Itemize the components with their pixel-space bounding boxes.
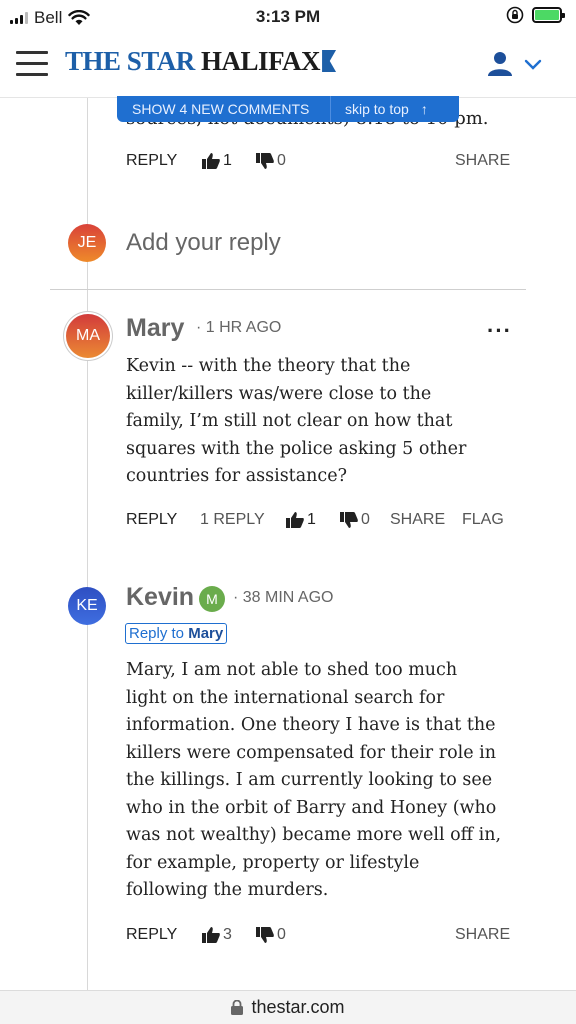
reply-button[interactable]: REPLY xyxy=(126,152,177,170)
comment-body: Kevin -- with the theory that the killer… xyxy=(126,353,521,491)
thumbs-down-icon xyxy=(340,512,358,528)
dislike-count: 0 xyxy=(277,926,286,943)
comment-line: for example, property or lifestyle xyxy=(126,852,420,873)
comment-line: the killings. I am currently looking to … xyxy=(126,770,493,790)
thumbs-down-icon xyxy=(256,153,274,169)
thumbs-up-icon xyxy=(202,927,220,943)
user-icon xyxy=(488,52,512,76)
comment-line: who in the orbit of Barry and Honey (who xyxy=(126,797,497,818)
divider xyxy=(50,289,526,290)
site-logo[interactable]: THE STAR HALIFAX xyxy=(65,46,337,77)
thumbs-up-icon xyxy=(286,512,304,528)
reply-to-link[interactable]: Reply to Mary xyxy=(125,623,228,644)
like-count: 1 xyxy=(223,152,232,169)
avatar: KE xyxy=(68,587,106,625)
dislike-button[interactable]: 0 xyxy=(256,152,286,170)
moderator-badge: M xyxy=(199,586,225,612)
previous-comment-actions: REPLY 1 0 SHARE xyxy=(126,150,510,174)
comment-line: Kevin -- with the theory that the xyxy=(126,356,411,376)
reply-button[interactable]: REPLY xyxy=(126,511,177,529)
reply-to-name: Mary xyxy=(188,625,224,642)
add-reply-input[interactable]: Add your reply xyxy=(126,229,281,257)
dislike-count: 0 xyxy=(277,152,286,169)
comment-line: killer/killers was/were close to the xyxy=(126,383,432,404)
like-button[interactable]: 3 xyxy=(202,926,232,944)
like-button[interactable]: 1 xyxy=(286,511,316,529)
chevron-down-icon xyxy=(524,59,542,70)
reply-button[interactable]: REPLY xyxy=(126,926,177,944)
logo-flag-icon xyxy=(322,50,337,72)
comment-actions: REPLY 1 REPLY 1 0 SHARE FLAG xyxy=(126,509,510,533)
share-button[interactable]: SHARE xyxy=(455,152,510,170)
status-bar: Bell 3:13 PM xyxy=(0,0,576,34)
comment-line: information. One theory I have is that t… xyxy=(126,715,496,735)
comment-line: was not wealthy) became more well off in… xyxy=(126,825,502,845)
skip-to-top-button[interactable]: skip to top ↑ xyxy=(331,101,428,117)
comment-actions: REPLY 3 0 SHARE xyxy=(126,924,510,948)
arrow-up-icon: ↑ xyxy=(420,101,428,117)
thumbs-up-icon xyxy=(202,153,220,169)
status-right xyxy=(506,6,565,24)
dislike-button[interactable]: 0 xyxy=(256,926,286,944)
comment-time: · 38 MIN AGO xyxy=(233,589,334,606)
comment-line: countries for assistance? xyxy=(126,466,347,486)
like-count: 1 xyxy=(307,511,316,528)
comment-line: light on the international search for xyxy=(126,687,445,708)
comment-line: family, I’m still not clear on how that xyxy=(126,411,453,431)
flag-button[interactable]: FLAG xyxy=(462,511,504,529)
menu-icon[interactable] xyxy=(16,51,48,77)
comment-line: killers were compensated for their role … xyxy=(126,742,497,763)
avatar: JE xyxy=(68,224,106,262)
logo-halifax: HALIFAX xyxy=(201,46,321,76)
comment-line: squares with the police asking 5 other xyxy=(126,438,467,459)
comment-author[interactable]: Mary xyxy=(126,314,184,343)
dislike-count: 0 xyxy=(361,511,370,528)
skip-to-top-label: skip to top xyxy=(345,101,409,117)
url-bar[interactable]: thestar.com xyxy=(0,990,576,1024)
view-replies-button[interactable]: 1 REPLY xyxy=(200,511,265,529)
comment-time: · 1 HR AGO xyxy=(196,319,282,336)
comment-author[interactable]: Kevin xyxy=(126,583,194,612)
battery-icon xyxy=(532,7,565,23)
new-comments-bar: SHOW 4 NEW COMMENTS skip to top ↑ xyxy=(117,96,459,122)
share-button[interactable]: SHARE xyxy=(455,926,510,944)
logo-the-star: THE STAR xyxy=(65,46,195,76)
show-new-comments-button[interactable]: SHOW 4 NEW COMMENTS xyxy=(117,96,331,122)
lock-icon xyxy=(231,1000,244,1015)
like-button[interactable]: 1 xyxy=(202,152,232,170)
avatar: MA xyxy=(66,314,110,358)
dislike-button[interactable]: 0 xyxy=(340,511,370,529)
orientation-lock-icon xyxy=(506,6,524,24)
reply-to-prefix: Reply to xyxy=(129,625,185,642)
share-button[interactable]: SHARE xyxy=(390,511,445,529)
thumbs-down-icon xyxy=(256,927,274,943)
like-count: 3 xyxy=(223,926,232,943)
show-new-comments-label: SHOW 4 NEW COMMENTS xyxy=(132,101,310,117)
status-time: 3:13 PM xyxy=(255,7,321,26)
more-options-icon[interactable]: ··· xyxy=(487,318,512,344)
account-button[interactable] xyxy=(486,50,546,80)
comment-line: Mary, I am not able to shed too much xyxy=(126,660,458,680)
url-domain: thestar.com xyxy=(251,997,345,1017)
comment-line: following the murders. xyxy=(126,880,329,900)
site-header: THE STAR HALIFAX xyxy=(0,34,576,98)
comment-body: Mary, I am not able to shed too much lig… xyxy=(126,657,521,905)
